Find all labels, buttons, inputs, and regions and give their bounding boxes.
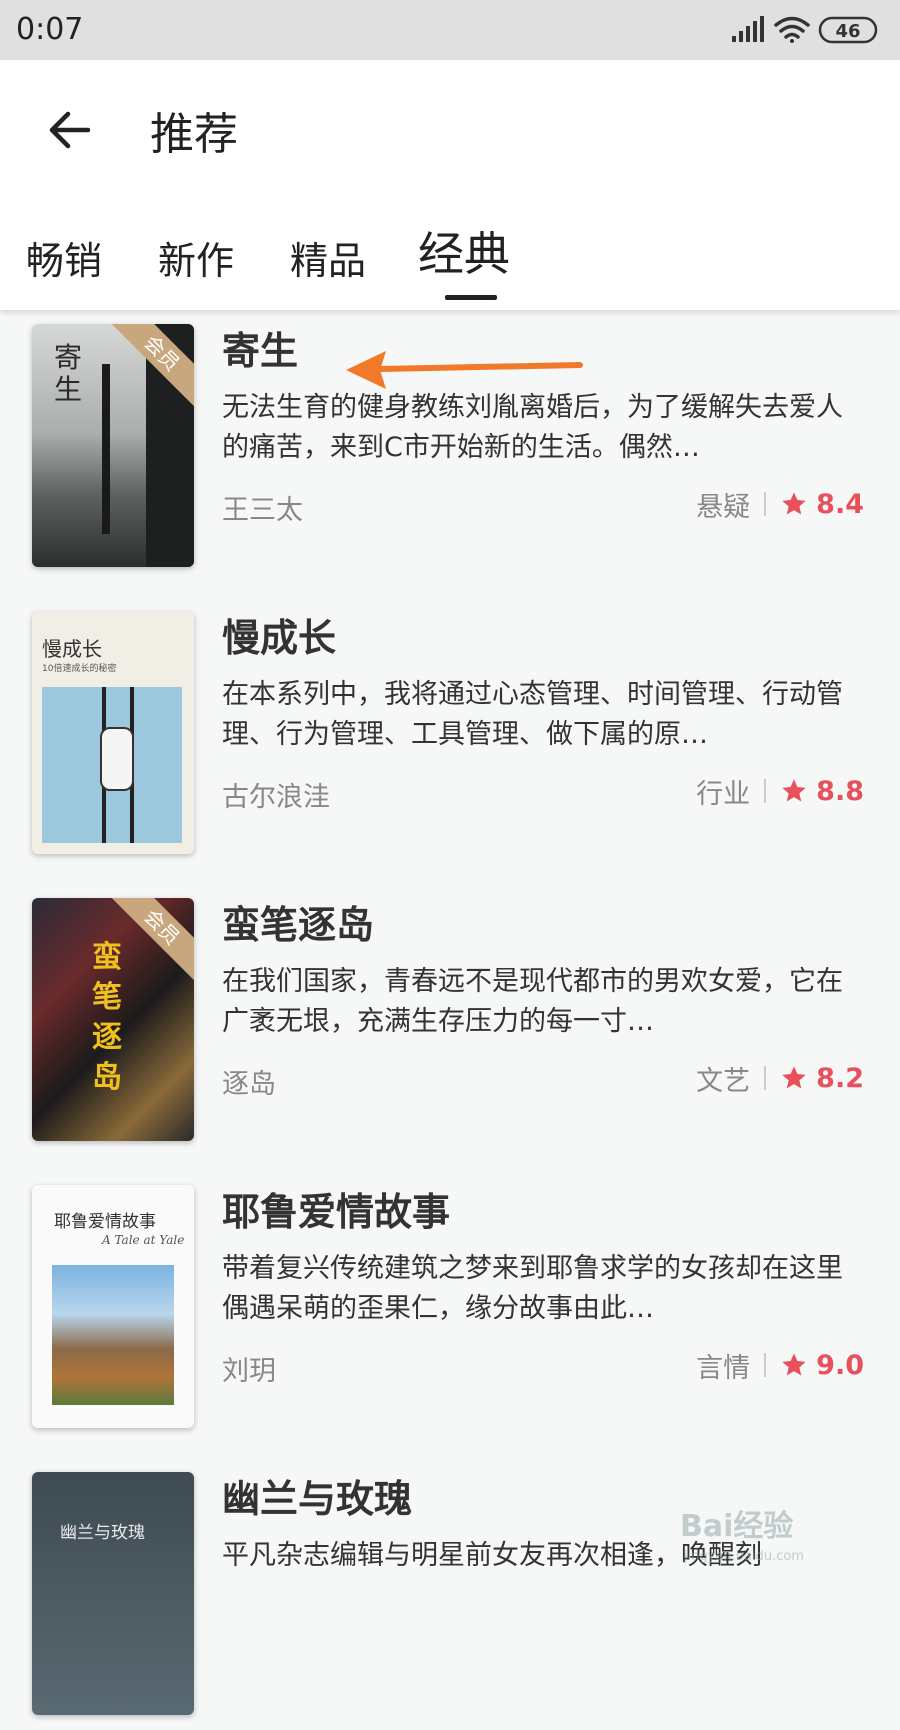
book-item[interactable]: 耶鲁爱情故事 A Tale at Yale 耶鲁爱情故事 带着复兴传统建筑之梦来… xyxy=(0,1173,900,1443)
book-description: 无法生育的健身教练刘胤离婚后，为了缓解失去爱人的痛苦，来到C市开始新的生活。偶然… xyxy=(222,392,843,463)
cover-title: 幽兰与玫瑰 xyxy=(60,1523,145,1543)
book-item[interactable]: 蛮笔逐岛 会员 蛮笔逐岛 在我们国家，青春远不是现代都市的男欢女爱，它在广袤无垠… xyxy=(0,886,900,1156)
annotation-arrow-icon xyxy=(346,351,583,389)
book-author: 逐岛 xyxy=(222,1069,276,1100)
star-icon xyxy=(782,1353,806,1376)
watermark-text: Bai经验 xyxy=(680,1509,793,1544)
book-cover: 幽兰与玫瑰 xyxy=(32,1472,194,1715)
book-meta: 悬疑 8.4 xyxy=(696,486,864,523)
book-cover: 慢成长 10倍速成长的秘密 xyxy=(32,611,194,854)
book-rating: 9.0 xyxy=(816,1349,864,1381)
tab-classic[interactable]: 经典 xyxy=(418,218,510,284)
category-tabs: 畅销 新作 精品 经典 xyxy=(0,210,900,310)
active-tab-indicator xyxy=(445,295,497,300)
book-genre: 悬疑 xyxy=(696,491,751,523)
cover-title: 慢成长 xyxy=(42,637,102,661)
cover-illustration xyxy=(42,687,182,843)
book-description: 带着复兴传统建筑之梦来到耶鲁求学的女孩却在这里偶遇呆萌的歪果仁，缘分故事由此… xyxy=(222,1253,843,1324)
meta-divider xyxy=(764,492,767,516)
cover-title: 耶鲁爱情故事 xyxy=(54,1212,156,1232)
book-title: 慢成长 xyxy=(222,616,337,660)
cover-subtitle: 10倍速成长的秘密 xyxy=(42,664,117,674)
book-rating: 8.2 xyxy=(816,1062,864,1094)
status-time: 0:07 xyxy=(16,12,84,47)
book-description: 在本系列中，我将通过心态管理、时间管理、行动管理、行为管理、工具管理、做下属的原… xyxy=(222,679,843,750)
book-description: 在我们国家，青春远不是现代都市的男欢女爱，它在广袤无垠，充满生存压力的每一寸… xyxy=(222,966,843,1037)
battery-level: 46 xyxy=(835,21,860,42)
book-author: 刘玥 xyxy=(222,1356,276,1387)
cover-title: 蛮笔逐岛 xyxy=(92,940,122,1095)
book-cover: 耶鲁爱情故事 A Tale at Yale xyxy=(32,1185,194,1428)
street-lamp xyxy=(102,364,110,534)
signal-icon xyxy=(732,16,764,42)
watermark-subtext: jingyan.baidu.com xyxy=(683,1549,804,1564)
cover-title: 寄生 xyxy=(54,341,83,406)
tab-new[interactable]: 新作 xyxy=(158,230,234,285)
book-title: 蛮笔逐岛 xyxy=(222,903,375,947)
page-title: 推荐 xyxy=(150,109,238,160)
book-rating: 8.8 xyxy=(816,775,864,807)
book-meta: 文艺 8.2 xyxy=(696,1060,864,1097)
meta-divider xyxy=(764,779,767,803)
book-genre: 言情 xyxy=(696,1352,751,1384)
star-icon xyxy=(782,1066,806,1089)
book-meta: 言情 9.0 xyxy=(696,1347,864,1384)
book-genre: 行业 xyxy=(696,778,751,810)
book-genre: 文艺 xyxy=(696,1065,751,1097)
book-author: 王三太 xyxy=(222,495,303,526)
tab-bestseller[interactable]: 畅销 xyxy=(26,230,102,285)
climber xyxy=(100,727,134,791)
app-header: 推荐 畅销 新作 精品 经典 xyxy=(0,60,900,310)
battery-icon: 46 xyxy=(818,16,878,44)
star-icon xyxy=(782,492,806,515)
back-arrow-icon[interactable] xyxy=(44,104,96,156)
book-cover: 寄生 会员 xyxy=(32,324,194,567)
book-cover: 蛮笔逐岛 会员 xyxy=(32,898,194,1141)
book-title: 寄生 xyxy=(222,329,299,373)
wifi-icon xyxy=(774,16,810,43)
book-meta: 行业 8.8 xyxy=(696,773,864,810)
star-icon xyxy=(782,779,806,802)
meta-divider xyxy=(764,1066,767,1090)
status-bar: 0:07 46 xyxy=(0,0,900,60)
cover-photo xyxy=(52,1265,174,1405)
book-author: 古尔浪洼 xyxy=(222,782,330,813)
book-rating: 8.4 xyxy=(816,488,864,520)
tab-featured[interactable]: 精品 xyxy=(290,230,366,285)
book-title: 耶鲁爱情故事 xyxy=(222,1190,451,1234)
cover-subtitle: A Tale at Yale xyxy=(102,1233,185,1247)
status-icons: 46 xyxy=(732,16,878,44)
book-item[interactable]: 慢成长 10倍速成长的秘密 慢成长 在本系列中，我将通过心态管理、时间管理、行动… xyxy=(0,599,900,869)
meta-divider xyxy=(764,1353,767,1377)
book-title: 幽兰与玫瑰 xyxy=(222,1477,413,1521)
baidu-watermark: Bai经验 jingyan.baidu.com xyxy=(680,1509,804,1564)
